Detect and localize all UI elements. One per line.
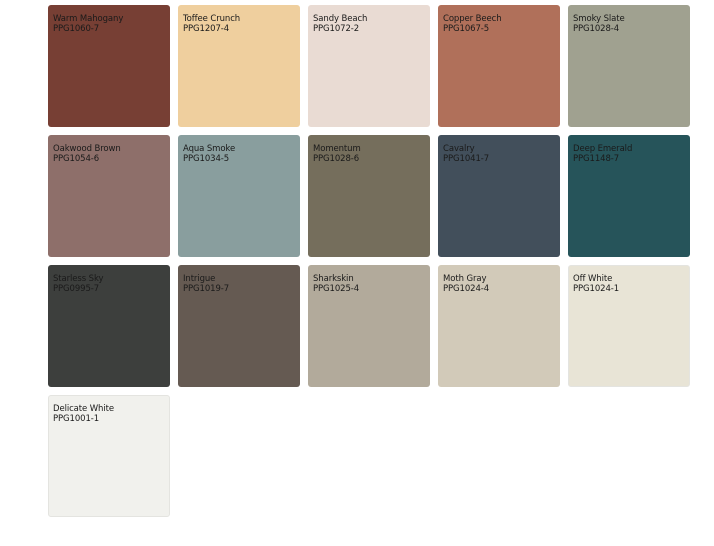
swatch-name: Intrigue xyxy=(183,274,216,284)
swatch-name: Cavalry xyxy=(443,144,475,154)
swatch-smoky-slate[interactable]: Smoky Slate PPG1028-4 xyxy=(568,5,690,127)
swatch-aqua-smoke[interactable]: Aqua Smoke PPG1034-5 xyxy=(178,135,300,257)
color-swatch-grid: Warm Mahogany PPG1060-7 Toffee Crunch PP… xyxy=(48,5,690,517)
swatch-warm-mahogany[interactable]: Warm Mahogany PPG1060-7 xyxy=(48,5,170,127)
swatch-code: PPG1034-5 xyxy=(183,154,230,164)
swatch-name: Smoky Slate xyxy=(573,14,625,24)
swatch-code: PPG1054-6 xyxy=(53,154,100,164)
swatch-code: PPG1028-4 xyxy=(573,24,620,34)
swatch-name: Off White xyxy=(573,274,613,284)
swatch-code: PPG1025-4 xyxy=(313,284,360,294)
swatch-oakwood-brown[interactable]: Oakwood Brown PPG1054-6 xyxy=(48,135,170,257)
swatch-name: Moth Gray xyxy=(443,274,487,284)
swatch-name: Oakwood Brown xyxy=(53,144,121,154)
swatch-code: PPG1067-5 xyxy=(443,24,490,34)
swatch-code: PPG1041-7 xyxy=(443,154,490,164)
swatch-deep-emerald[interactable]: Deep Emerald PPG1148-7 xyxy=(568,135,690,257)
swatch-starless-sky[interactable]: Starless Sky PPG0995-7 xyxy=(48,265,170,387)
swatch-name: Momentum xyxy=(313,144,361,154)
swatch-sandy-beach[interactable]: Sandy Beach PPG1072-2 xyxy=(308,5,430,127)
swatch-name: Starless Sky xyxy=(53,274,104,284)
swatch-name: Sandy Beach xyxy=(313,14,368,24)
swatch-code: PPG1028-6 xyxy=(313,154,360,164)
swatch-code: PPG0995-7 xyxy=(53,284,100,294)
swatch-moth-gray[interactable]: Moth Gray PPG1024-4 xyxy=(438,265,560,387)
swatch-code: PPG1001-1 xyxy=(53,414,100,424)
swatch-name: Warm Mahogany xyxy=(53,14,124,24)
swatch-toffee-crunch[interactable]: Toffee Crunch PPG1207-4 xyxy=(178,5,300,127)
swatch-off-white[interactable]: Off White PPG1024-1 xyxy=(568,265,690,387)
swatch-name: Deep Emerald xyxy=(573,144,633,154)
swatch-code: PPG1024-1 xyxy=(573,284,620,294)
swatch-name: Delicate White xyxy=(53,404,114,414)
swatch-name: Copper Beech xyxy=(443,14,502,24)
swatch-name: Aqua Smoke xyxy=(183,144,236,154)
swatch-code: PPG1060-7 xyxy=(53,24,100,34)
swatch-cavalry[interactable]: Cavalry PPG1041-7 xyxy=(438,135,560,257)
swatch-sharkskin[interactable]: Sharkskin PPG1025-4 xyxy=(308,265,430,387)
swatch-name: Toffee Crunch xyxy=(183,14,241,24)
swatch-code: PPG1148-7 xyxy=(573,154,620,164)
swatch-code: PPG1024-4 xyxy=(443,284,490,294)
swatch-intrigue[interactable]: Intrigue PPG1019-7 xyxy=(178,265,300,387)
swatch-code: PPG1072-2 xyxy=(313,24,360,34)
swatch-code: PPG1207-4 xyxy=(183,24,230,34)
swatch-copper-beech[interactable]: Copper Beech PPG1067-5 xyxy=(438,5,560,127)
swatch-code: PPG1019-7 xyxy=(183,284,230,294)
swatch-momentum[interactable]: Momentum PPG1028-6 xyxy=(308,135,430,257)
swatch-delicate-white[interactable]: Delicate White PPG1001-1 xyxy=(48,395,170,517)
swatch-name: Sharkskin xyxy=(313,274,354,284)
